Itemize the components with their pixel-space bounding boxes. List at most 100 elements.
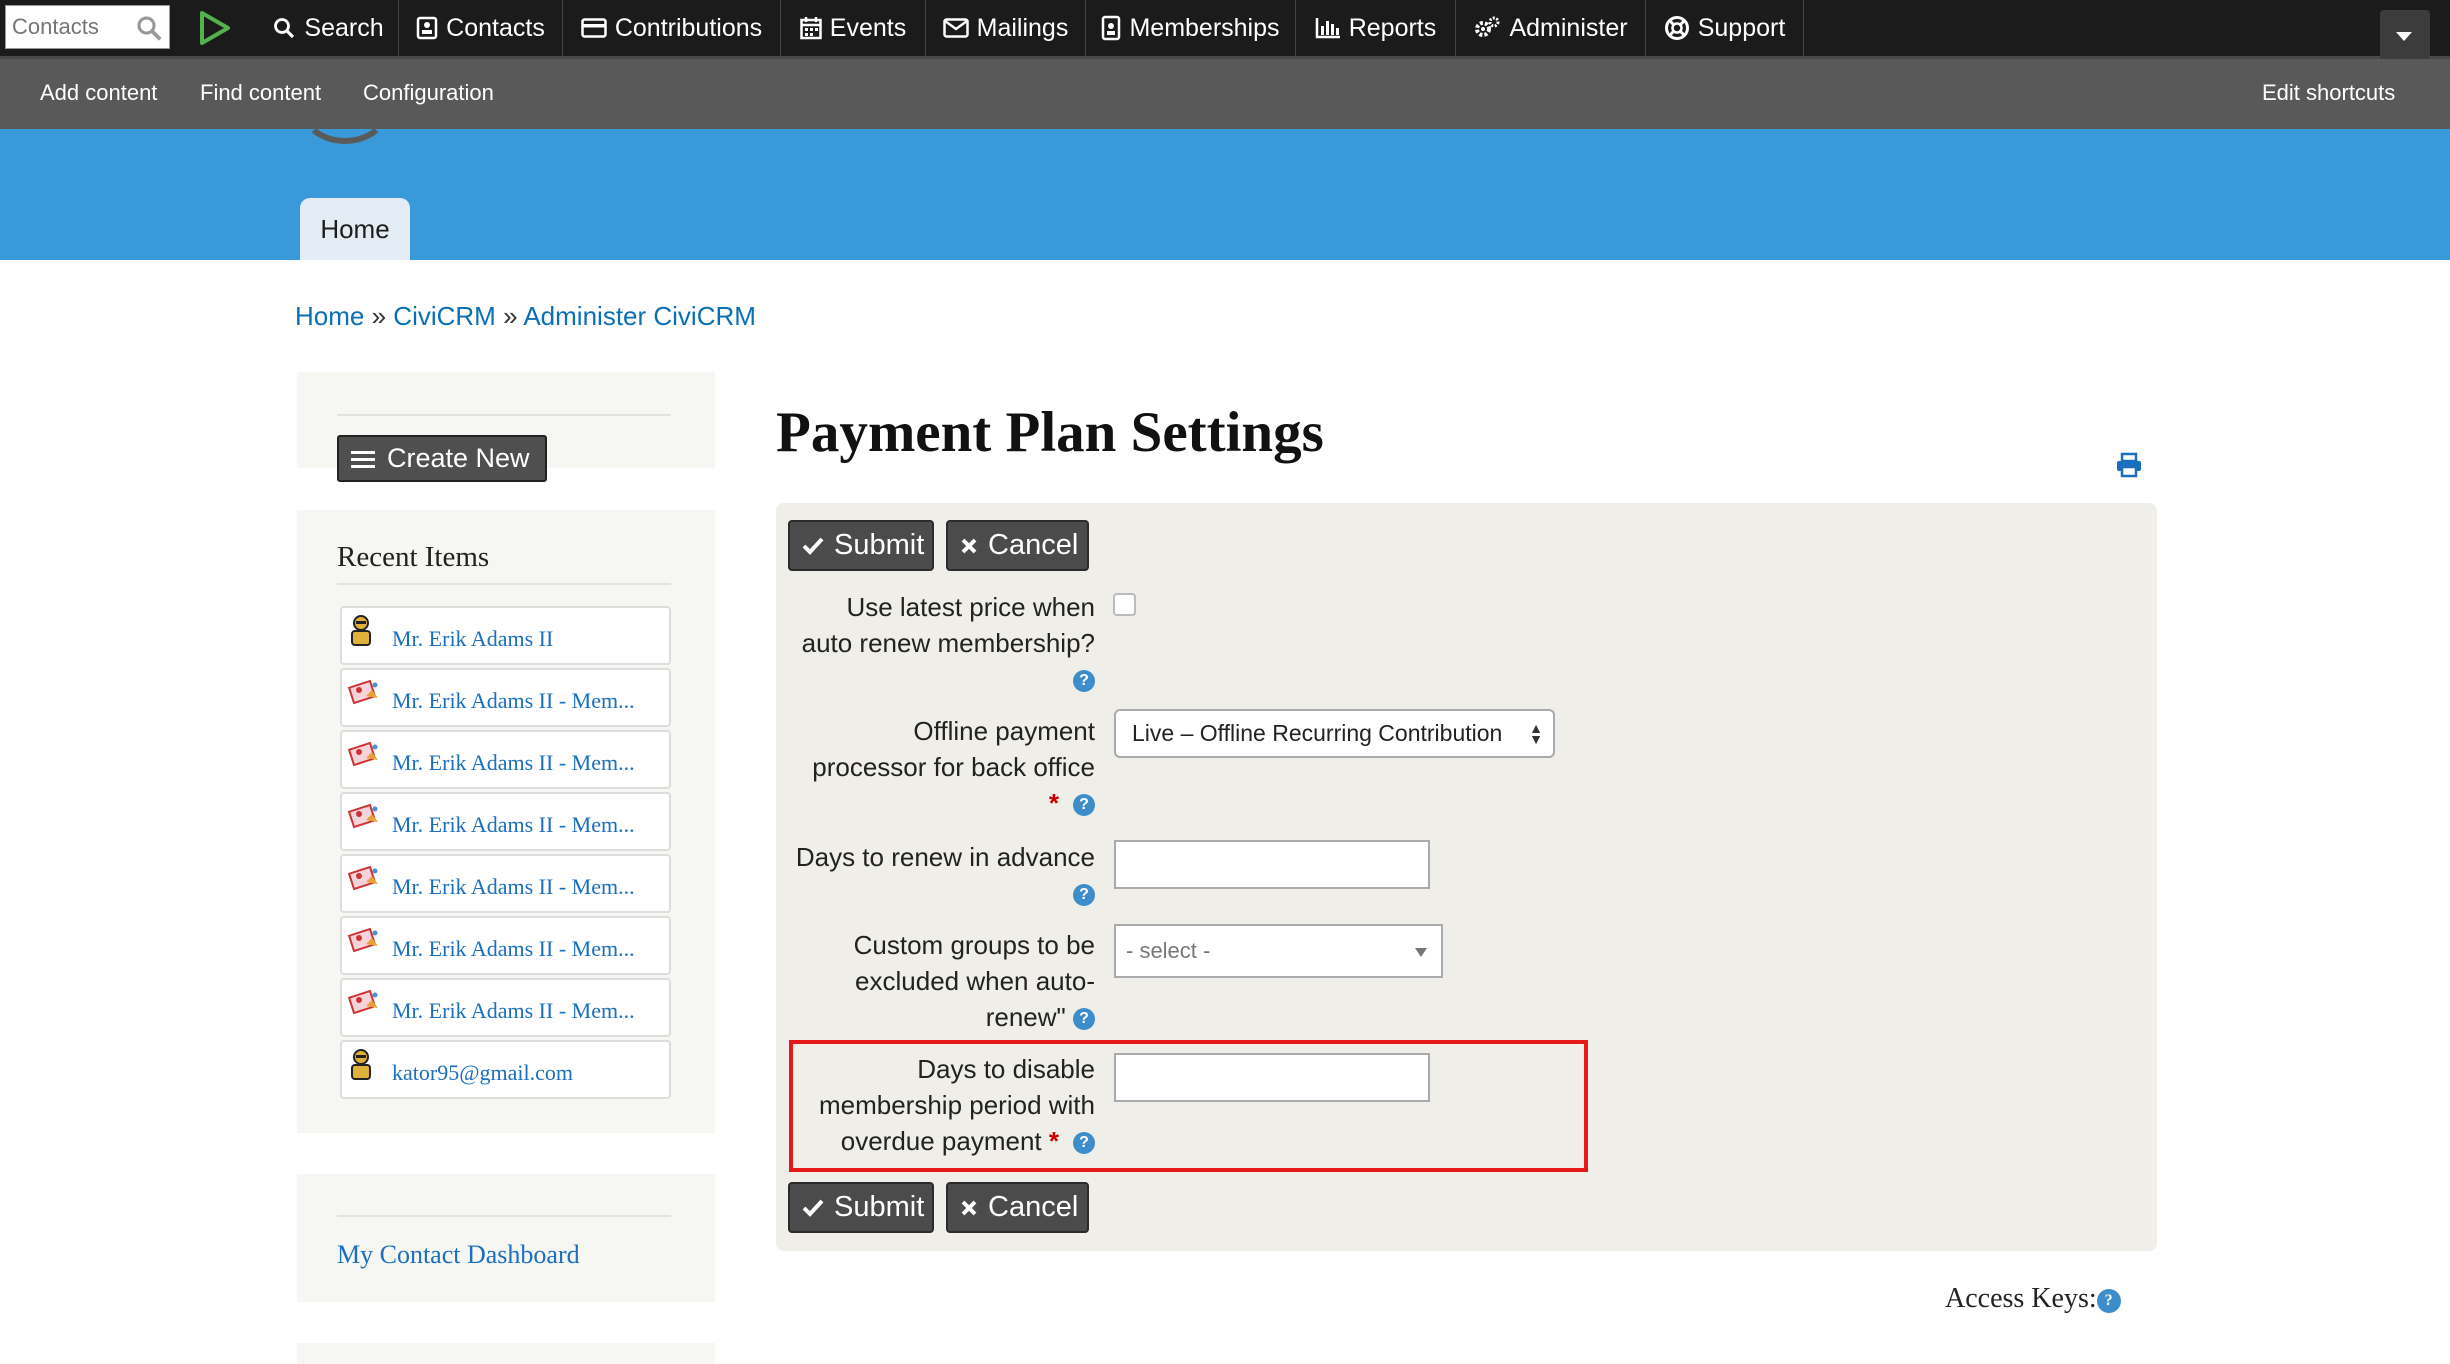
breadcrumb-home[interactable]: Home [295,301,364,331]
help-icon[interactable]: ? [2096,1288,2121,1313]
menu-memberships[interactable]: Memberships [1086,0,1296,56]
menu-label: Reports [1348,13,1437,42]
label-line: renew" [985,1002,1066,1032]
toolbar-add-content[interactable]: Add content [40,80,157,106]
recent-item[interactable]: Mr. Erik Adams II - Mem... [340,730,671,789]
help-icon[interactable]: ? [1073,1132,1095,1155]
menu-contributions[interactable]: Contributions [563,0,781,56]
help-icon[interactable]: ? [1073,884,1095,907]
page: Search Contacts Contributions Events Mai… [0,0,2450,1364]
credit-card-icon [581,18,607,38]
recent-item[interactable]: kator95@gmail.com [340,1040,671,1099]
breadcrumb-administer[interactable]: Administer CiviCRM [523,301,756,331]
days-renew-input[interactable] [1114,840,1430,889]
menu-mailings[interactable]: Mailings [926,0,1086,56]
create-new-button[interactable]: Create New [337,435,547,482]
recent-item[interactable]: Mr. Erik Adams II - Mem... [340,978,671,1037]
site-logo[interactable] [300,72,390,144]
sidebar-block [297,1343,715,1364]
label-line: processor for back office [812,752,1095,782]
cancel-button[interactable]: Cancel [946,1182,1089,1233]
divider [337,583,671,585]
label-line: Custom groups to be [853,930,1095,960]
envelope-icon [942,18,969,38]
recent-item-label: Mr. Erik Adams II - Mem... [392,688,635,713]
custom-groups-select[interactable]: - select - [1114,924,1443,978]
recent-item-label: Mr. Erik Adams II - Mem... [392,936,635,961]
recent-item[interactable]: Mr. Erik Adams II - Mem... [340,854,671,913]
create-new-label: Create New [387,443,530,473]
menu-label: Search [304,13,384,42]
latest-price-checkbox[interactable] [1113,593,1136,616]
close-icon [961,538,977,553]
tab-home[interactable]: Home [300,198,410,260]
calendar-icon [800,17,822,40]
label-line: Offline payment [913,716,1095,746]
sort-arrows-icon: ▲ ▼ [1529,720,1543,747]
breadcrumb-separator: » [503,301,518,331]
membership-icon [348,679,378,705]
breadcrumb-civicrm[interactable]: CiviCRM [393,301,496,331]
recent-items-title: Recent Items [337,541,490,573]
print-icon[interactable] [2115,452,2143,478]
my-contact-dashboard-link[interactable]: My Contact Dashboard [337,1240,580,1270]
menu-label: Contacts [446,13,545,42]
menu-label: Memberships [1129,13,1280,42]
access-keys-label: Access Keys: [1945,1283,2097,1314]
custom-groups-placeholder: - select - [1126,938,1211,963]
required-marker: * [1048,788,1059,818]
submit-label: Submit [834,1191,925,1223]
life-ring-icon [1664,16,1689,40]
menu-toggle-button[interactable] [2380,10,2430,60]
cancel-label: Cancel [988,1191,1079,1223]
toolbar-edit-shortcuts[interactable]: Edit shortcuts [2262,80,2395,106]
menu-administer[interactable]: Administer [1456,0,1646,56]
search-icon[interactable] [134,13,164,43]
dashboard-block [297,1174,715,1302]
menu-label: Events [829,13,907,42]
menu-reports[interactable]: Reports [1296,0,1456,56]
processor-select[interactable]: Live – Offline Recurring Contribution ▲ ▼ [1114,709,1555,758]
label-line: overdue payment [840,1126,1042,1156]
breadcrumb-separator: » [371,301,387,331]
bar-chart-icon [1315,18,1340,39]
days-disable-label: Days to disable membership period with o… [819,1051,1095,1159]
check-icon [802,537,824,555]
membership-icon [348,803,378,829]
chevron-down-icon [2396,32,2412,41]
help-icon[interactable]: ? [1073,670,1095,693]
menu-events[interactable]: Events [781,0,926,56]
help-icon[interactable]: ? [1073,1008,1095,1031]
label-line: Use latest price when [846,592,1095,622]
access-keys: Access Keys:? [1945,1283,2121,1315]
cancel-label: Cancel [988,529,1079,561]
recent-item[interactable]: Mr. Erik Adams II [340,606,671,665]
submit-button[interactable]: Submit [788,520,934,571]
days-disable-input[interactable] [1114,1053,1430,1102]
menu-label: Administer [1509,13,1628,42]
menu-contacts[interactable]: Contacts [399,0,563,56]
civicrm-logo-icon[interactable] [197,9,233,47]
id-badge-icon [1102,15,1121,41]
membership-icon [348,741,378,767]
custom-groups-label: Custom groups to be excluded when auto- … [854,927,1095,1035]
check-icon [802,1199,824,1217]
menu-support[interactable]: Support [1646,0,1804,56]
recent-item-label: Mr. Erik Adams II - Mem... [392,750,635,775]
days-renew-label: Days to renew in advance ? [796,839,1095,911]
search-icon [274,18,295,39]
quicksearch-box[interactable] [5,5,170,49]
recent-item[interactable]: Mr. Erik Adams II - Mem... [340,668,671,727]
menu-label: Contributions [614,13,763,42]
help-icon[interactable]: ? [1073,794,1095,817]
recent-item-label: Mr. Erik Adams II - Mem... [392,998,635,1023]
recent-item[interactable]: Mr. Erik Adams II - Mem... [340,916,671,975]
menu-search[interactable]: Search [258,0,399,56]
submit-button[interactable]: Submit [788,1182,934,1233]
recent-item[interactable]: Mr. Erik Adams II - Mem... [340,792,671,851]
menu-bars-icon [351,450,375,468]
contact-person-icon [351,1049,371,1080]
label-line: Days to renew in advance [795,842,1095,872]
cancel-button[interactable]: Cancel [946,520,1089,571]
latest-price-label: Use latest price when auto renew members… [802,589,1095,697]
